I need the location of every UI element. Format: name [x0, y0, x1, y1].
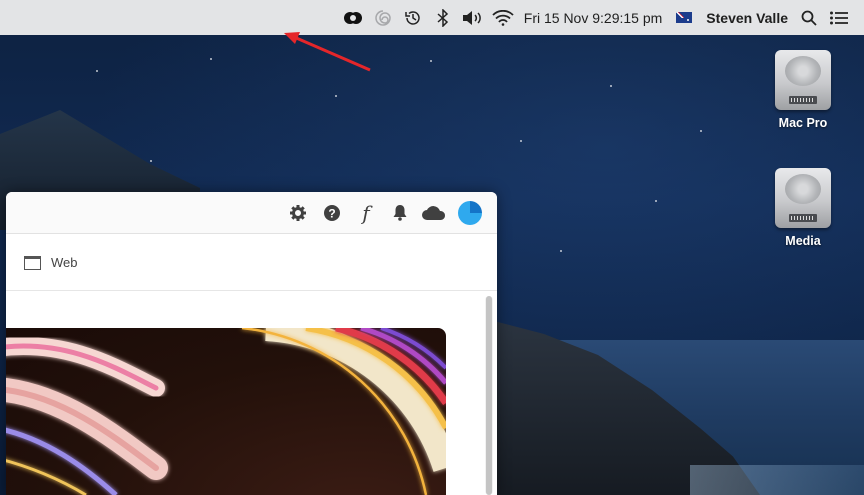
help-icon[interactable]: ?: [315, 196, 349, 230]
sea-foam: [690, 465, 864, 495]
search-icon[interactable]: [796, 0, 822, 35]
user-avatar: [458, 200, 482, 225]
scrollbar-thumb[interactable]: [486, 296, 492, 495]
drive-label: Media: [785, 234, 821, 248]
hard-drive-icon: [775, 168, 831, 228]
cloud-icon[interactable]: [417, 196, 451, 230]
star: [210, 58, 212, 60]
bell-icon[interactable]: [383, 196, 417, 230]
bluetooth-icon[interactable]: [430, 0, 456, 35]
gear-icon[interactable]: [281, 196, 315, 230]
star: [96, 70, 98, 72]
annotation-arrow: [284, 32, 371, 72]
hard-drive-icon: [775, 50, 831, 110]
fonts-glyph: f: [362, 200, 370, 225]
star: [610, 85, 612, 87]
star: [655, 200, 657, 202]
australia-flag-icon: [676, 12, 693, 23]
avatar[interactable]: [451, 196, 485, 230]
menu-bar: Fri 15 Nov 9:29:15 pm Steven Valle: [0, 0, 864, 35]
list-icon[interactable]: [826, 0, 852, 35]
wifi-icon[interactable]: [490, 0, 516, 35]
window-toolbar: ? f: [6, 192, 497, 234]
fonts-icon[interactable]: f: [349, 196, 383, 230]
star: [430, 60, 432, 62]
star: [520, 140, 522, 142]
time-machine-icon[interactable]: [400, 0, 426, 35]
star: [560, 250, 562, 252]
menubar-clock[interactable]: Fri 15 Nov 9:29:15 pm: [524, 0, 663, 35]
svg-text:?: ?: [328, 206, 335, 220]
star: [700, 130, 702, 132]
scrollbar[interactable]: [485, 296, 493, 495]
input-source-flag[interactable]: [668, 0, 700, 35]
neon-artwork-image[interactable]: [6, 328, 446, 495]
creative-cloud-window: ? f Web: [6, 192, 497, 495]
volume-icon[interactable]: [460, 0, 486, 35]
star: [150, 160, 152, 162]
drive-label: Mac Pro: [778, 116, 828, 130]
drive-mac-pro[interactable]: Mac Pro: [763, 50, 843, 130]
drive-media[interactable]: Media: [763, 168, 843, 248]
star: [335, 95, 337, 97]
content-area: [6, 292, 497, 495]
user-account-menu[interactable]: Steven Valle: [706, 0, 788, 35]
web-window-icon: [24, 255, 41, 270]
category-bar: Web: [6, 235, 497, 291]
tab-web[interactable]: Web: [51, 255, 78, 270]
